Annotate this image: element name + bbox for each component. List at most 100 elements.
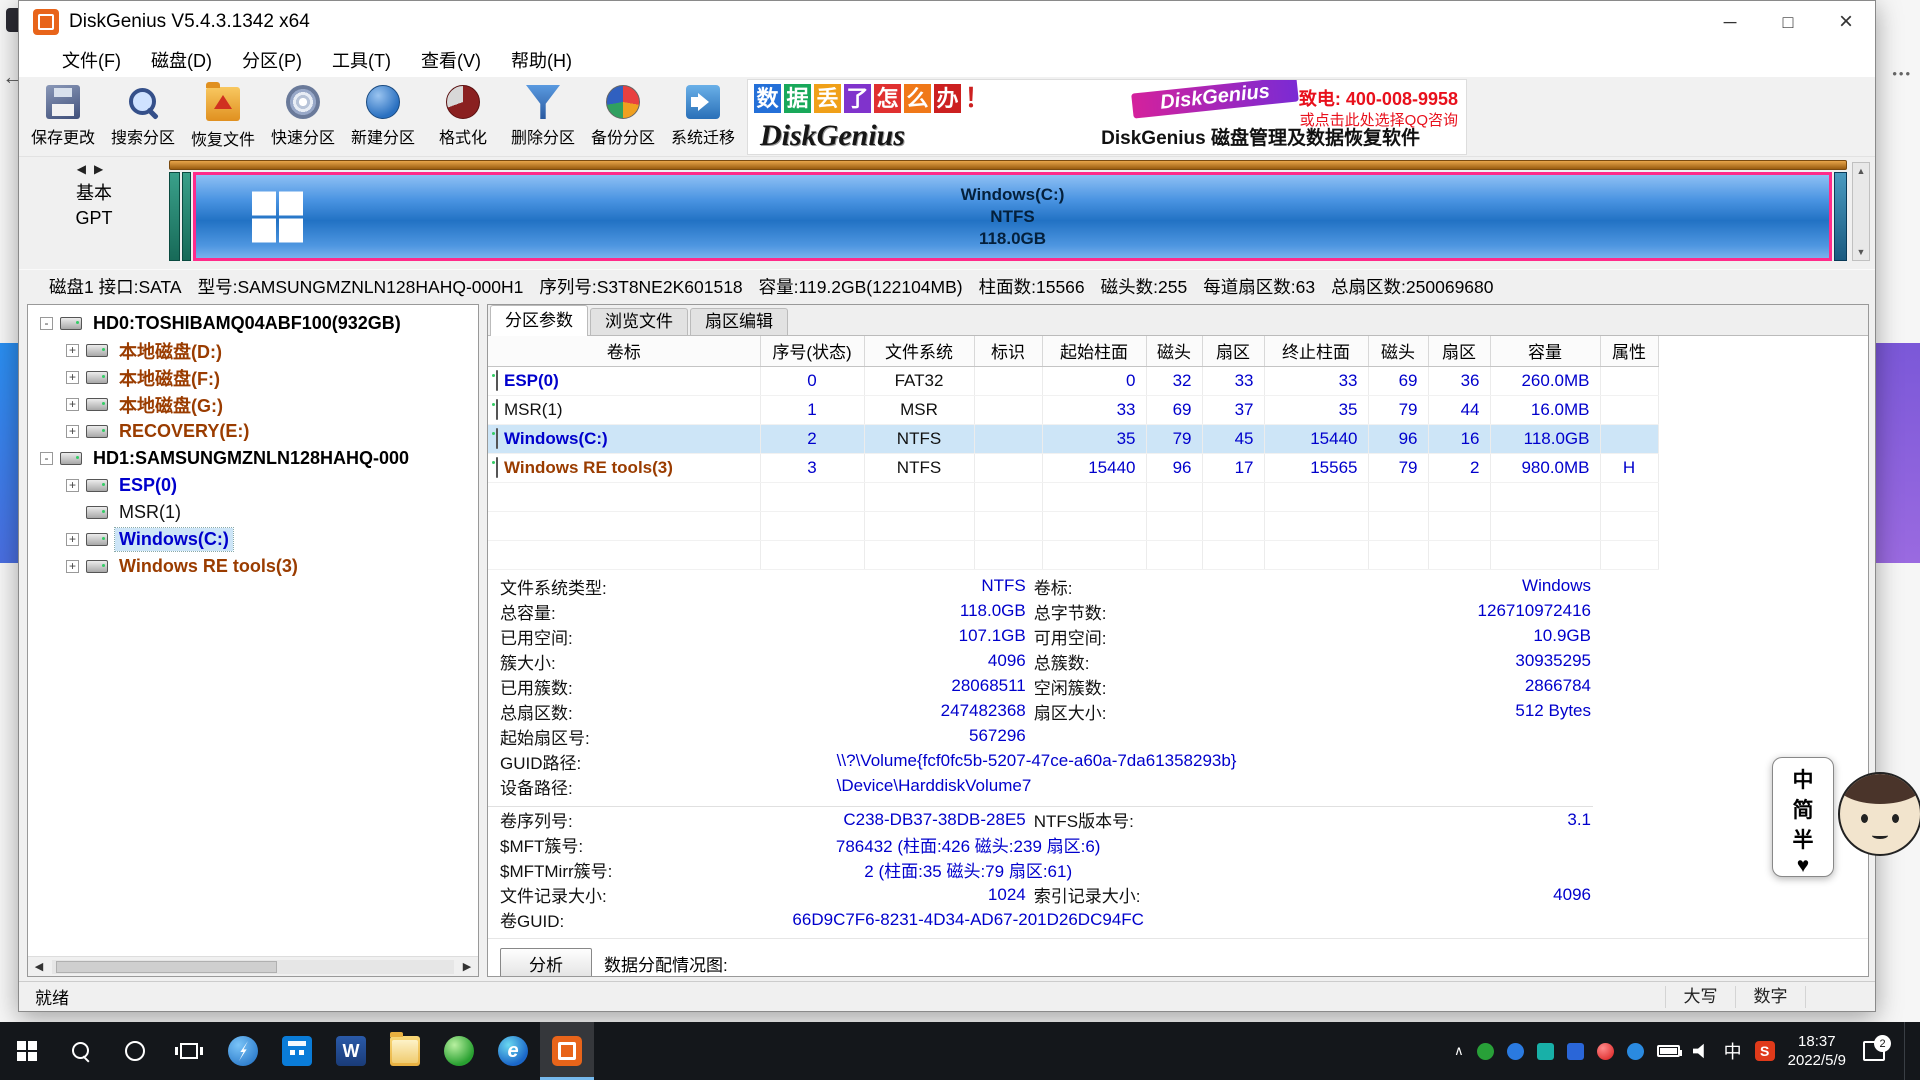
- menu-item[interactable]: 文件(F): [47, 47, 136, 73]
- tree-scrollbar-track[interactable]: [52, 960, 454, 974]
- partition-block-re-tools[interactable]: [1834, 172, 1847, 261]
- pinned-app-diskgenius[interactable]: [540, 1022, 594, 1080]
- start-button[interactable]: [0, 1022, 54, 1080]
- show-desktop-button[interactable]: [1904, 1022, 1910, 1080]
- column-header[interactable]: 终止柱面: [1264, 336, 1368, 366]
- table-row[interactable]: Windows(C:)2NTFS357945154409616118.0GB: [488, 424, 1658, 453]
- table-row[interactable]: MSR(1)1MSR33693735794416.0MB: [488, 395, 1658, 424]
- pinned-app-store[interactable]: [270, 1022, 324, 1080]
- column-header[interactable]: 磁头: [1146, 336, 1202, 366]
- column-header[interactable]: 序号(状态): [760, 336, 864, 366]
- system-migration-button[interactable]: 系统迁移: [663, 79, 743, 155]
- tree-item[interactable]: -HD1:SAMSUNGMZNLN128HAHQ-000: [30, 445, 478, 472]
- tree-item[interactable]: +ESP(0): [30, 472, 478, 499]
- ad-banner[interactable]: 数据丢了怎么办！ DiskGenius DiskGenius 致电: 400-0…: [747, 79, 1467, 155]
- browser-menu-icon[interactable]: •••: [1892, 66, 1912, 81]
- partition-block-msr[interactable]: [182, 172, 191, 261]
- pinned-app-browser[interactable]: [432, 1022, 486, 1080]
- scroll-up-icon[interactable]: ▲: [1857, 166, 1866, 176]
- column-header[interactable]: 文件系统: [864, 336, 974, 366]
- column-header[interactable]: 扇区: [1202, 336, 1264, 366]
- tray-icon-teal[interactable]: [1537, 1043, 1554, 1060]
- scroll-right-icon[interactable]: ▶: [456, 960, 478, 973]
- column-header[interactable]: 标识: [974, 336, 1042, 366]
- tree-item[interactable]: +本地磁盘(D:): [30, 337, 478, 364]
- delete-partition-button[interactable]: 删除分区: [503, 79, 583, 155]
- tab-browse-files[interactable]: 浏览文件: [590, 308, 688, 335]
- tray-battery-icon[interactable]: [1657, 1045, 1680, 1057]
- tree-item[interactable]: +本地磁盘(F:): [30, 364, 478, 391]
- scroll-down-icon[interactable]: ▼: [1857, 247, 1866, 257]
- column-header[interactable]: 属性: [1600, 336, 1658, 366]
- pinned-app-word[interactable]: W: [324, 1022, 378, 1080]
- column-header[interactable]: 卷标: [488, 336, 760, 366]
- tab-partition-params[interactable]: 分区参数: [490, 305, 588, 336]
- pinned-app-explorer[interactable]: [378, 1022, 432, 1080]
- menu-item[interactable]: 帮助(H): [496, 47, 587, 73]
- tray-icon-red[interactable]: [1597, 1043, 1614, 1060]
- tree-item[interactable]: +RECOVERY(E:): [30, 418, 478, 445]
- search-button[interactable]: [54, 1022, 108, 1080]
- tree-item[interactable]: +Windows RE tools(3): [30, 553, 478, 580]
- hd0-disk-strip[interactable]: [169, 160, 1847, 170]
- table-row[interactable]: ESP(0)0FAT3203233336936260.0MB: [488, 366, 1658, 395]
- tray-icon-qq[interactable]: [1567, 1043, 1584, 1060]
- expander-icon[interactable]: +: [66, 479, 79, 492]
- taskbar-clock[interactable]: 18:37 2022/5/9: [1788, 1032, 1846, 1070]
- scroll-left-icon[interactable]: ◀: [28, 960, 50, 973]
- tray-icon-snow[interactable]: [1627, 1043, 1644, 1060]
- pinned-app-thunder[interactable]: [216, 1022, 270, 1080]
- column-header[interactable]: 起始柱面: [1042, 336, 1146, 366]
- tree-item[interactable]: -HD0:TOSHIBAMQ04ABF100(932GB): [30, 310, 478, 337]
- partition-block-esp[interactable]: [169, 172, 180, 261]
- cartoon-face-sticker[interactable]: [1838, 772, 1920, 856]
- task-view-button[interactable]: [162, 1022, 216, 1080]
- tree-item[interactable]: MSR(1): [30, 499, 478, 526]
- ime-status-panel[interactable]: 中简半♥: [1772, 757, 1834, 877]
- diskmap-scroll-left-icon[interactable]: ◀: [77, 162, 94, 176]
- search-partition-button[interactable]: 搜索分区: [103, 79, 183, 155]
- minimize-button[interactable]: ─: [1701, 1, 1759, 43]
- menu-item[interactable]: 分区(P): [227, 47, 317, 73]
- column-header[interactable]: 容量: [1490, 336, 1600, 366]
- cortana-button[interactable]: [108, 1022, 162, 1080]
- expander-icon[interactable]: +: [66, 425, 79, 438]
- diskmap-scrollbar[interactable]: ▲ ▼: [1852, 162, 1870, 261]
- tab-sector-edit[interactable]: 扇区编辑: [690, 308, 788, 335]
- tray-volume-icon[interactable]: [1693, 1043, 1711, 1059]
- tree-scrollbar[interactable]: ◀ ▶: [28, 956, 478, 976]
- tree-scrollbar-thumb[interactable]: [56, 961, 277, 973]
- quick-partition-button[interactable]: 快速分区: [263, 79, 343, 155]
- tree-item[interactable]: +Windows(C:): [30, 526, 478, 553]
- expander-icon[interactable]: +: [66, 371, 79, 384]
- column-header[interactable]: 磁头: [1368, 336, 1428, 366]
- recover-files-button[interactable]: 恢复文件: [183, 79, 263, 155]
- close-button[interactable]: ×: [1817, 1, 1875, 43]
- expander-icon[interactable]: +: [66, 344, 79, 357]
- expander-icon[interactable]: -: [40, 317, 53, 330]
- tray-icon-blue[interactable]: [1507, 1043, 1524, 1060]
- expander-icon[interactable]: -: [40, 452, 53, 465]
- expander-icon[interactable]: +: [66, 560, 79, 573]
- new-partition-button[interactable]: 新建分区: [343, 79, 423, 155]
- menu-item[interactable]: 磁盘(D): [136, 47, 227, 73]
- tray-expand-icon[interactable]: ∧: [1454, 1043, 1464, 1059]
- menu-item[interactable]: 工具(T): [317, 47, 406, 73]
- format-button[interactable]: 格式化: [423, 79, 503, 155]
- tray-icon-green[interactable]: [1477, 1043, 1494, 1060]
- ime-indicator[interactable]: 中: [1724, 1038, 1742, 1064]
- sogou-input-icon[interactable]: S: [1755, 1041, 1775, 1061]
- analyze-button[interactable]: 分析: [500, 948, 592, 977]
- partition-block-windows[interactable]: Windows(C:) NTFS 118.0GB: [193, 172, 1832, 261]
- expander-icon[interactable]: +: [66, 398, 79, 411]
- notification-button[interactable]: 2: [1863, 1041, 1885, 1061]
- expander-icon[interactable]: +: [66, 533, 79, 546]
- save-changes-button[interactable]: 保存更改: [23, 79, 103, 155]
- column-header[interactable]: 扇区: [1428, 336, 1490, 366]
- backup-partition-button[interactable]: 备份分区: [583, 79, 663, 155]
- maximize-button[interactable]: □: [1759, 1, 1817, 43]
- diskmap-scroll-right-icon[interactable]: ▶: [94, 162, 111, 176]
- tree-item[interactable]: +本地磁盘(G:): [30, 391, 478, 418]
- menu-item[interactable]: 查看(V): [406, 47, 496, 73]
- table-row[interactable]: Windows RE tools(3)3NTFS1544096171556579…: [488, 453, 1658, 482]
